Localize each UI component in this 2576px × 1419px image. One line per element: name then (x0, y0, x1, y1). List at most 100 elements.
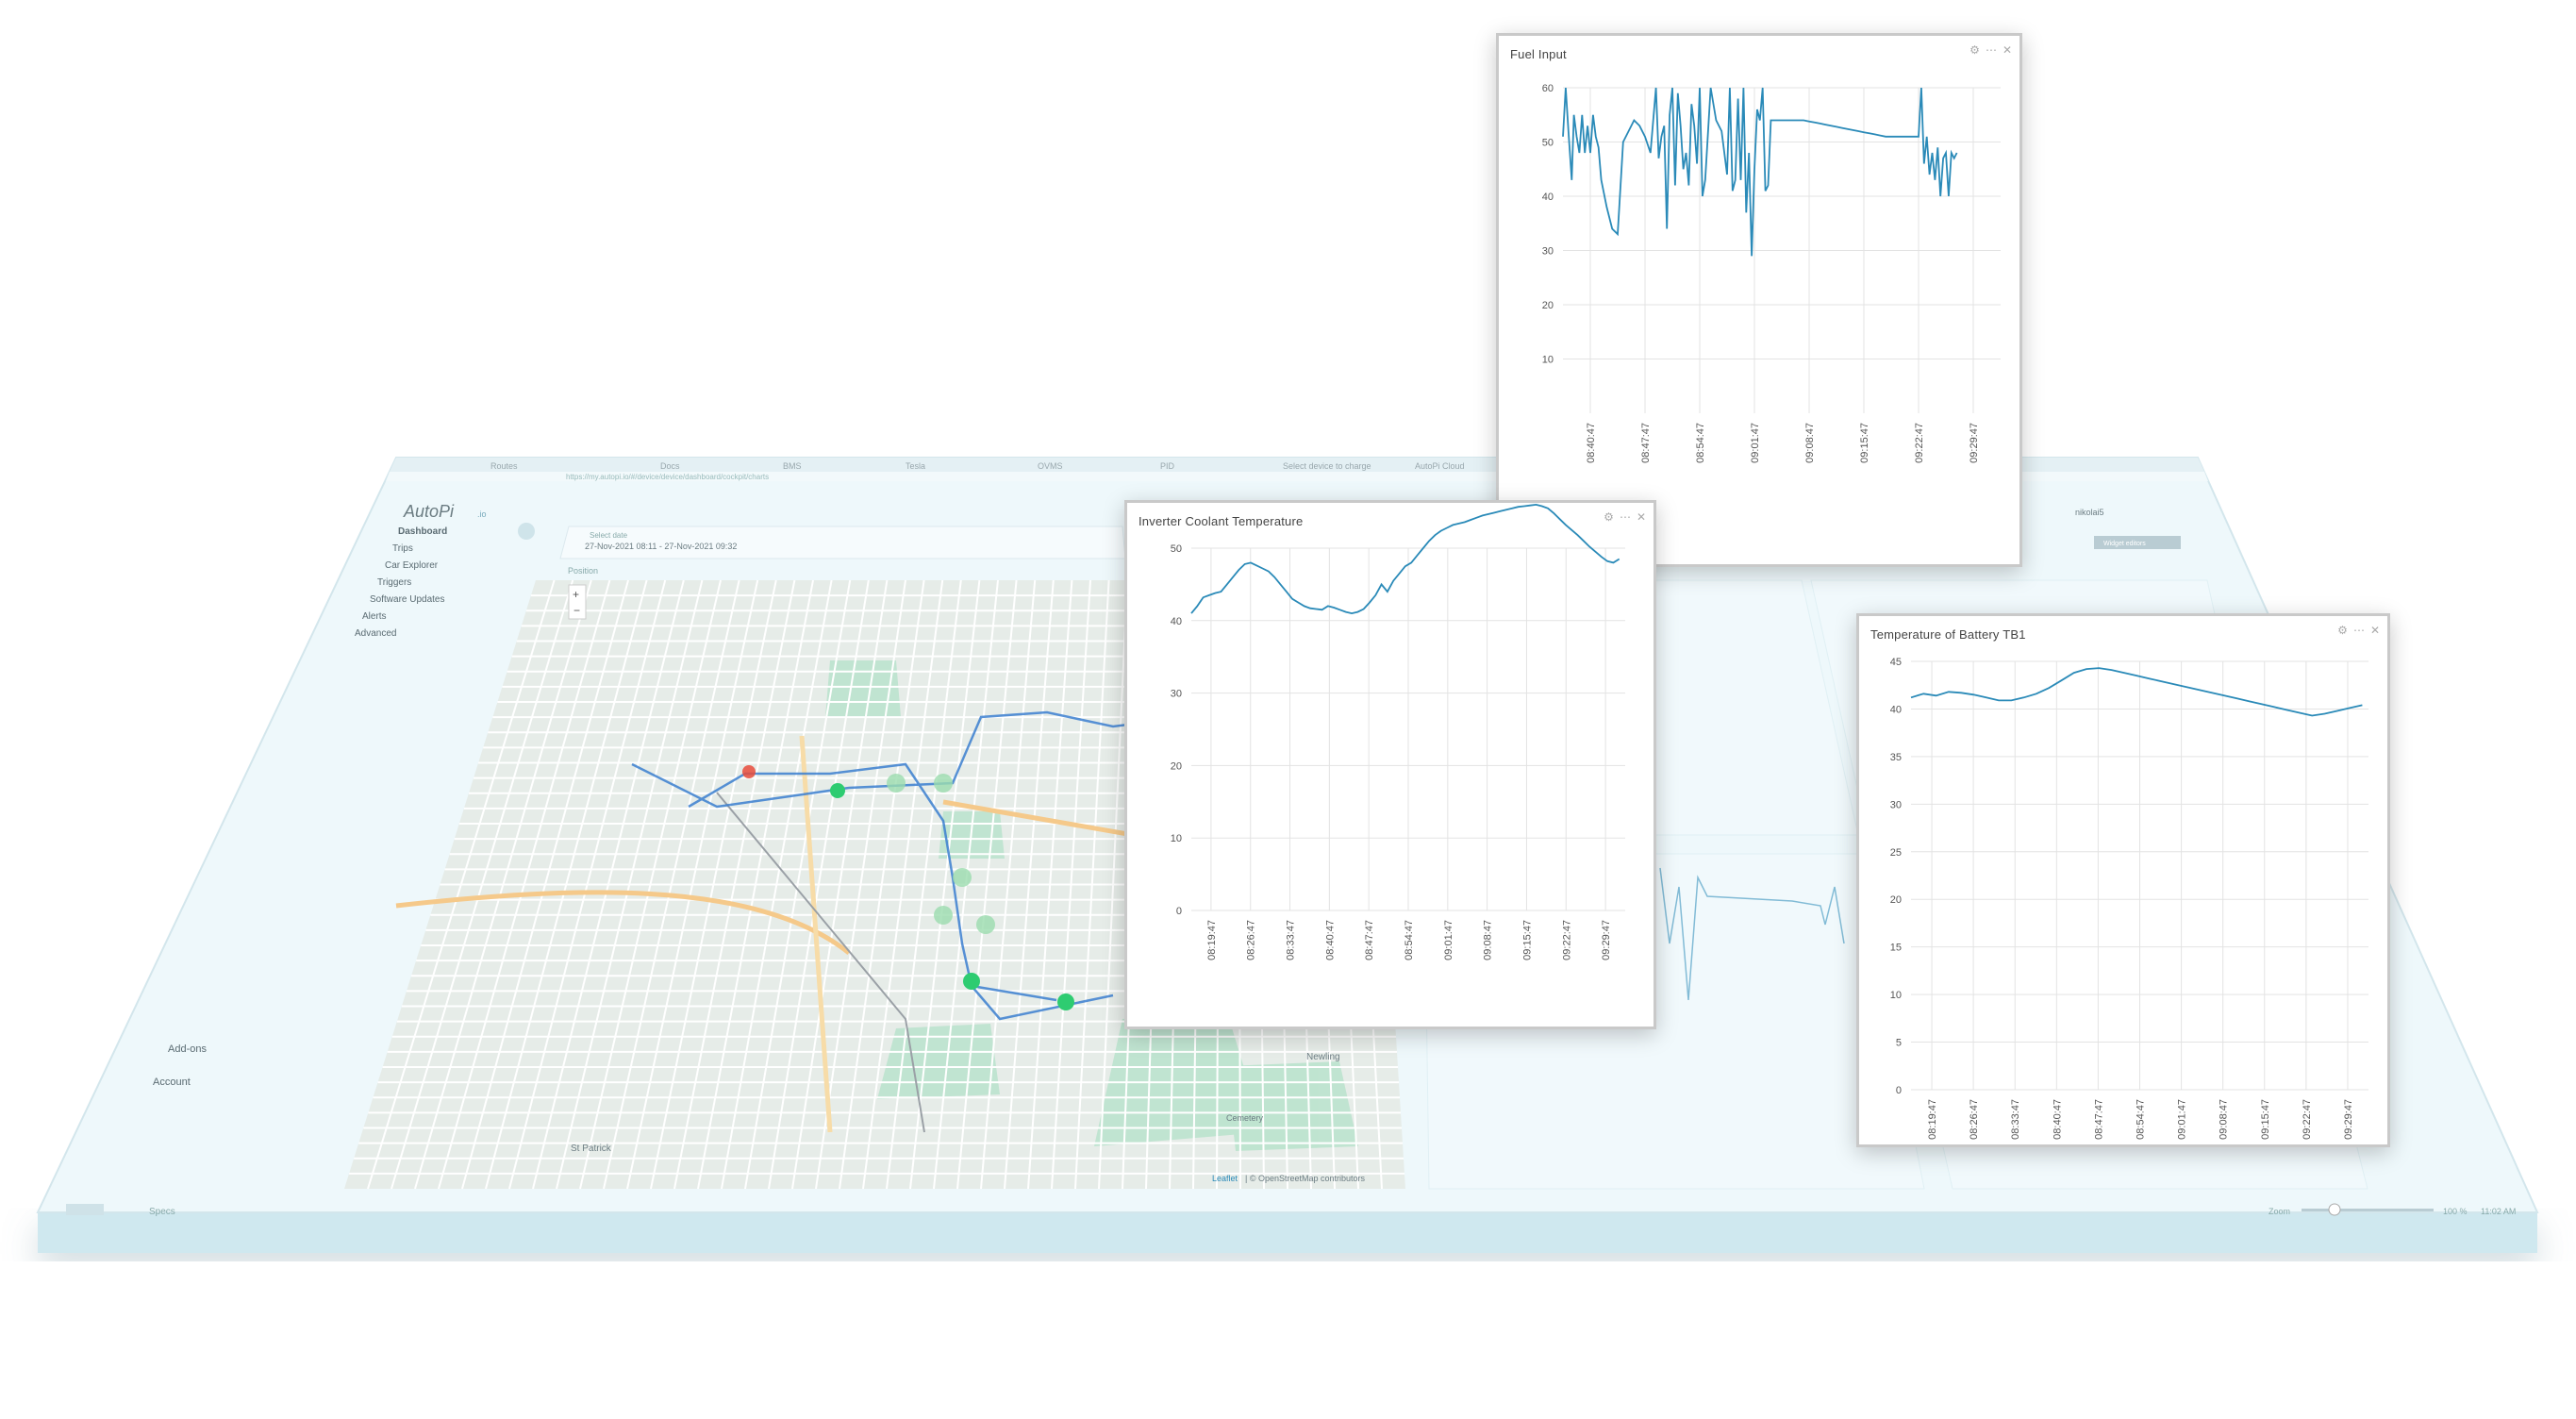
x-tick-label: 09:15:47 (2260, 1099, 2271, 1140)
y-tick-label: 0 (1896, 1085, 1902, 1096)
x-tick-label: 09:29:47 (1969, 423, 1980, 463)
x-tick-label: 09:29:47 (2343, 1099, 2354, 1140)
browser-tab: Tesla (906, 461, 925, 471)
y-tick-label: 20 (1890, 894, 1902, 906)
x-tick-label: 08:33:47 (1286, 920, 1297, 960)
browser-tab: Select device to charge (1283, 461, 1371, 471)
x-tick-label: 08:26:47 (1246, 920, 1257, 960)
browser-tab: PID (1160, 461, 1175, 471)
map-label-cemetery: Cemetery (1226, 1113, 1264, 1123)
zoom-out-button[interactable]: − (573, 604, 580, 617)
y-tick-label: 10 (1890, 990, 1902, 1001)
x-tick-label: 09:08:47 (1483, 920, 1494, 960)
sidebar-item-car-explorer[interactable]: Car Explorer (385, 560, 439, 571)
logo-suffix: .io (477, 509, 487, 519)
zoom-label: Zoom (2269, 1207, 2290, 1216)
x-tick-label: 08:40:47 (1324, 920, 1336, 960)
taskbar-specs[interactable]: Specs (149, 1207, 175, 1217)
user-name[interactable]: nikolai5 (2075, 508, 2104, 517)
browser-tab: Docs (660, 461, 680, 471)
y-tick-label: 35 (1890, 752, 1902, 763)
sidebar-item-dashboard[interactable]: Dashboard (398, 526, 447, 537)
y-tick-label: 60 (1542, 83, 1554, 94)
zoom-slider-handle[interactable] (2328, 1203, 2341, 1216)
x-tick-label: 08:54:47 (1695, 423, 1706, 463)
y-tick-label: 10 (1171, 833, 1182, 844)
x-tick-label: 09:01:47 (1443, 920, 1454, 960)
sidebar-item-triggers[interactable]: Triggers (377, 577, 411, 588)
series-line (1910, 667, 2363, 717)
dashboard-icon (518, 523, 535, 540)
x-tick-label: 08:33:47 (2010, 1099, 2021, 1140)
battery-temp-chart[interactable]: 0 5 10 15 20 25 30 35 40 45 08:19:47 08:26:47 08:33:… (1859, 616, 2387, 1144)
x-tick-label: 08:40:47 (2052, 1099, 2063, 1140)
y-tick-label: 45 (1890, 657, 1902, 668)
zoom-value: 100 % (2443, 1207, 2468, 1216)
y-tick-label: 10 (1542, 355, 1554, 366)
x-tick-label: 09:01:47 (1750, 423, 1761, 463)
sidebar-item-advanced[interactable]: Advanced (355, 628, 396, 639)
x-tick-label: 08:19:47 (1927, 1099, 1938, 1140)
y-tick-label: 40 (1542, 192, 1554, 203)
zoom-slider[interactable] (2302, 1209, 2434, 1211)
taskbar-clock: 11:02 AM (2481, 1207, 2516, 1216)
series-line (1190, 503, 1620, 615)
x-tick-label: 08:54:47 (1404, 920, 1415, 960)
y-tick-label: 40 (1890, 704, 1902, 715)
y-tick-label: 0 (1176, 906, 1182, 917)
browser-tab: OVMS (1038, 461, 1063, 471)
y-tick-label: 50 (1171, 543, 1182, 555)
widget-editor-label: Widget editors (2103, 541, 2146, 547)
battery-temp-widget[interactable]: Temperature of Battery TB1 ⚙ ⋯ ✕ 0 5 10 15 2… (1856, 613, 2390, 1147)
inverter-coolant-widget[interactable]: Inverter Coolant Temperature ⚙ ⋯ ✕ 0 10 20… (1124, 500, 1656, 1029)
autopi-logo: AutoPi (403, 502, 455, 521)
sidebar-item-addons[interactable]: Add-ons (168, 1043, 207, 1055)
x-tick-label: 08:47:47 (2093, 1099, 2104, 1140)
zoom-in-button[interactable]: + (573, 588, 579, 601)
sidebar-item-account[interactable]: Account (153, 1077, 191, 1088)
y-tick-label: 20 (1542, 300, 1554, 311)
x-tick-label: 08:40:47 (1586, 423, 1597, 463)
map-label-newling: Newling (1306, 1052, 1340, 1062)
address-bar[interactable]: https://my.autopi.io/#/device/device/das… (566, 473, 769, 481)
x-tick-label: 08:26:47 (1969, 1099, 1980, 1140)
inverter-coolant-chart[interactable]: 0 10 20 30 40 50 08:19:47 08:26:47 08:33:47 08:40… (1127, 503, 1654, 1027)
x-tick-label: 09:01:47 (2177, 1099, 2188, 1140)
fuel-input-widget[interactable]: Fuel Input ⚙ ⋯ ✕ 10 20 30 40 50 60 08:40:47 08:… (1496, 33, 2022, 567)
x-tick-label: 08:47:47 (1640, 423, 1652, 463)
y-tick-label: 20 (1171, 760, 1182, 772)
series-line (1562, 87, 1958, 257)
x-tick-label: 09:08:47 (1804, 423, 1816, 463)
map-zoom-control[interactable]: + − (568, 584, 587, 620)
x-tick-label: 09:22:47 (1914, 423, 1925, 463)
x-tick-label: 09:29:47 (1601, 920, 1612, 960)
date-picker-value: 27-Nov-2021 08:11 - 27-Nov-2021 09:32 (585, 542, 737, 551)
map-attribution: | © OpenStreetMap contributors (1245, 1174, 1366, 1183)
y-tick-label: 5 (1896, 1038, 1902, 1049)
x-tick-label: 08:47:47 (1364, 920, 1375, 960)
y-tick-label: 30 (1890, 799, 1902, 810)
y-tick-label: 40 (1171, 616, 1182, 627)
sidebar-item-software-updates[interactable]: Software Updates (370, 594, 445, 605)
x-tick-label: 09:15:47 (1859, 423, 1870, 463)
x-tick-label: 09:08:47 (2219, 1099, 2230, 1140)
sidebar-item-alerts[interactable]: Alerts (362, 611, 387, 622)
map-section-label: Position (568, 566, 598, 576)
fuel-input-chart[interactable]: 10 20 30 40 50 60 08:40:47 08:47:47 08:54:47 09:0… (1499, 36, 2019, 564)
x-tick-label: 08:54:47 (2136, 1099, 2147, 1140)
y-tick-label: 15 (1890, 943, 1902, 954)
x-tick-label: 09:22:47 (2302, 1099, 2313, 1140)
y-tick-label: 30 (1171, 689, 1182, 700)
x-tick-label: 08:19:47 (1206, 920, 1218, 960)
x-tick-label: 09:22:47 (1561, 920, 1572, 960)
sidebar-item-trips[interactable]: Trips (392, 543, 413, 554)
x-tick-label: 09:15:47 (1521, 920, 1533, 960)
browser-tab: BMS (783, 461, 802, 471)
date-picker-label: Select date (590, 531, 628, 540)
map-attribution-link[interactable]: Leaflet (1212, 1174, 1238, 1183)
taskbar-window-icon[interactable] (66, 1204, 104, 1215)
y-tick-label: 25 (1890, 847, 1902, 859)
map-label-st-patrick: St Patrick (571, 1144, 612, 1154)
browser-tab: AutoPi Cloud (1415, 461, 1465, 471)
y-tick-label: 50 (1542, 138, 1554, 149)
